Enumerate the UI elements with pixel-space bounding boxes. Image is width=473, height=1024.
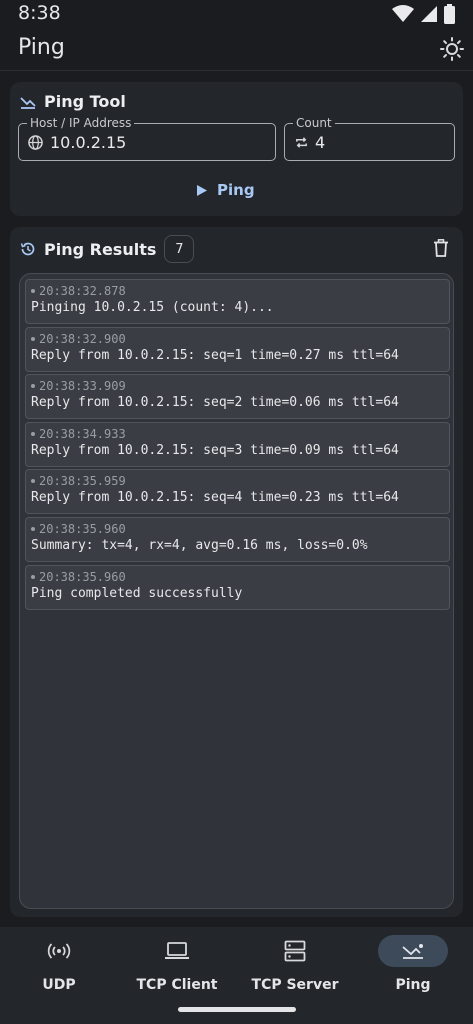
nav-label: TCP Client: [136, 977, 218, 993]
count-field-label: Count: [293, 116, 335, 130]
log-message: Pinging 10.0.2.15 (count: 4)...: [31, 300, 274, 315]
log-message: Reply from 10.0.2.15: seq=2 time=0.06 ms…: [31, 395, 399, 411]
broadcast-icon: [47, 943, 71, 959]
log-message: Reply from 10.0.2.15: seq=4 time=0.23 ms…: [31, 490, 399, 506]
log-message: Summary: tx=4, rx=4, avg=0.16 ms, loss=0…: [31, 537, 368, 553]
ping-icon: [402, 944, 423, 959]
bullet-icon: [31, 384, 35, 389]
host-field-label: Host / IP Address: [27, 116, 135, 130]
cell-signal-icon: [421, 6, 437, 22]
bullet-icon: [31, 336, 35, 341]
wifi-icon: [392, 5, 414, 22]
nav-item-ping[interactable]: Ping: [354, 935, 472, 1005]
log-timestamp: 20:38:32.900: [39, 331, 126, 346]
play-icon: [197, 184, 207, 196]
status-time: 8:38: [18, 2, 61, 24]
log-message: Reply from 10.0.2.15: seq=1 time=0.27 ms…: [31, 347, 399, 363]
nav-item-udp[interactable]: UDP: [0, 935, 118, 1005]
ping-tool-icon: [20, 96, 36, 109]
page-title: Ping: [18, 35, 65, 60]
trash-icon: [434, 239, 448, 257]
ping-tool-header: Ping Tool: [20, 92, 126, 111]
log-timestamp: 20:38:35.960: [39, 569, 126, 584]
repeat-icon: [296, 137, 307, 148]
app-bar: Ping: [0, 30, 473, 71]
bullet-icon: [31, 526, 35, 531]
bullet-icon: [31, 289, 35, 293]
ping-results-header: Ping Results 7: [20, 235, 195, 263]
log-message: Reply from 10.0.2.15: seq=3 time=0.09 ms…: [31, 442, 399, 458]
nav-label: TCP Server: [251, 977, 339, 993]
log-timestamp: 20:38:33.909: [39, 379, 126, 394]
battery-icon: [444, 4, 455, 24]
log-panel[interactable]: 20:38:32.878 Pinging 10.0.2.15 (count: 4…: [19, 273, 454, 909]
log-timestamp: 20:38:35.960: [39, 521, 126, 536]
bullet-icon: [31, 479, 35, 484]
log-entry: 20:38:33.909 Reply from 10.0.2.15: seq=2…: [25, 374, 450, 420]
log-entry: 20:38:35.960 Summary: tx=4, rx=4, avg=0.…: [25, 516, 450, 562]
nav-label: Ping: [395, 977, 431, 993]
status-icons: [392, 4, 455, 24]
bullet-icon: [31, 431, 35, 436]
sun-icon: [440, 37, 464, 61]
log-entry: 20:38:32.900 Reply from 10.0.2.15: seq=1…: [25, 326, 450, 372]
ping-results-title: Ping Results: [44, 239, 157, 259]
host-input[interactable]: 10.0.2.15: [50, 133, 126, 152]
log-message: Ping completed successfully: [31, 585, 243, 601]
nav-label: UDP: [42, 977, 76, 993]
log-entry: 20:38:35.960 Ping completed successfully: [25, 564, 450, 610]
log-list: 20:38:32.878 Pinging 10.0.2.15 (count: 4…: [25, 279, 450, 612]
log-entry: 20:38:35.959 Reply from 10.0.2.15: seq=4…: [25, 469, 450, 515]
bullet-icon: [31, 574, 35, 579]
history-icon: [20, 242, 35, 256]
ping-button-label: Ping: [217, 181, 255, 199]
log-entry: 20:38:32.878 Pinging 10.0.2.15 (count: 4…: [25, 279, 450, 324]
nav-item-tcp-client[interactable]: TCP Client: [118, 935, 236, 1005]
theme-toggle-button[interactable]: [437, 34, 467, 64]
log-timestamp: 20:38:32.878: [39, 284, 126, 298]
log-timestamp: 20:38:35.959: [39, 474, 126, 489]
ping-tool-title: Ping Tool: [44, 92, 126, 111]
count-input[interactable]: 4: [315, 133, 325, 152]
nav-item-tcp-server[interactable]: TCP Server: [236, 935, 354, 1005]
laptop-icon: [165, 942, 189, 959]
host-field[interactable]: Host / IP Address 10.0.2.15: [18, 116, 276, 161]
ping-results-card: Ping Results 7 20:38:32.878 Pinging 10.0…: [10, 227, 463, 917]
results-count-badge: 7: [164, 235, 195, 263]
count-field[interactable]: Count 4: [284, 116, 455, 161]
clear-results-button[interactable]: [433, 239, 449, 261]
globe-icon: [28, 135, 43, 150]
ping-tool-card: Ping Tool Host / IP Address 10.0.2.15 Co…: [10, 82, 463, 216]
gesture-bar[interactable]: [178, 1007, 296, 1012]
ping-button[interactable]: Ping: [197, 177, 255, 203]
log-entry: 20:38:34.933 Reply from 10.0.2.15: seq=3…: [25, 421, 450, 467]
status-bar: 8:38: [0, 0, 473, 30]
log-timestamp: 20:38:34.933: [39, 426, 126, 441]
server-icon: [284, 940, 306, 962]
